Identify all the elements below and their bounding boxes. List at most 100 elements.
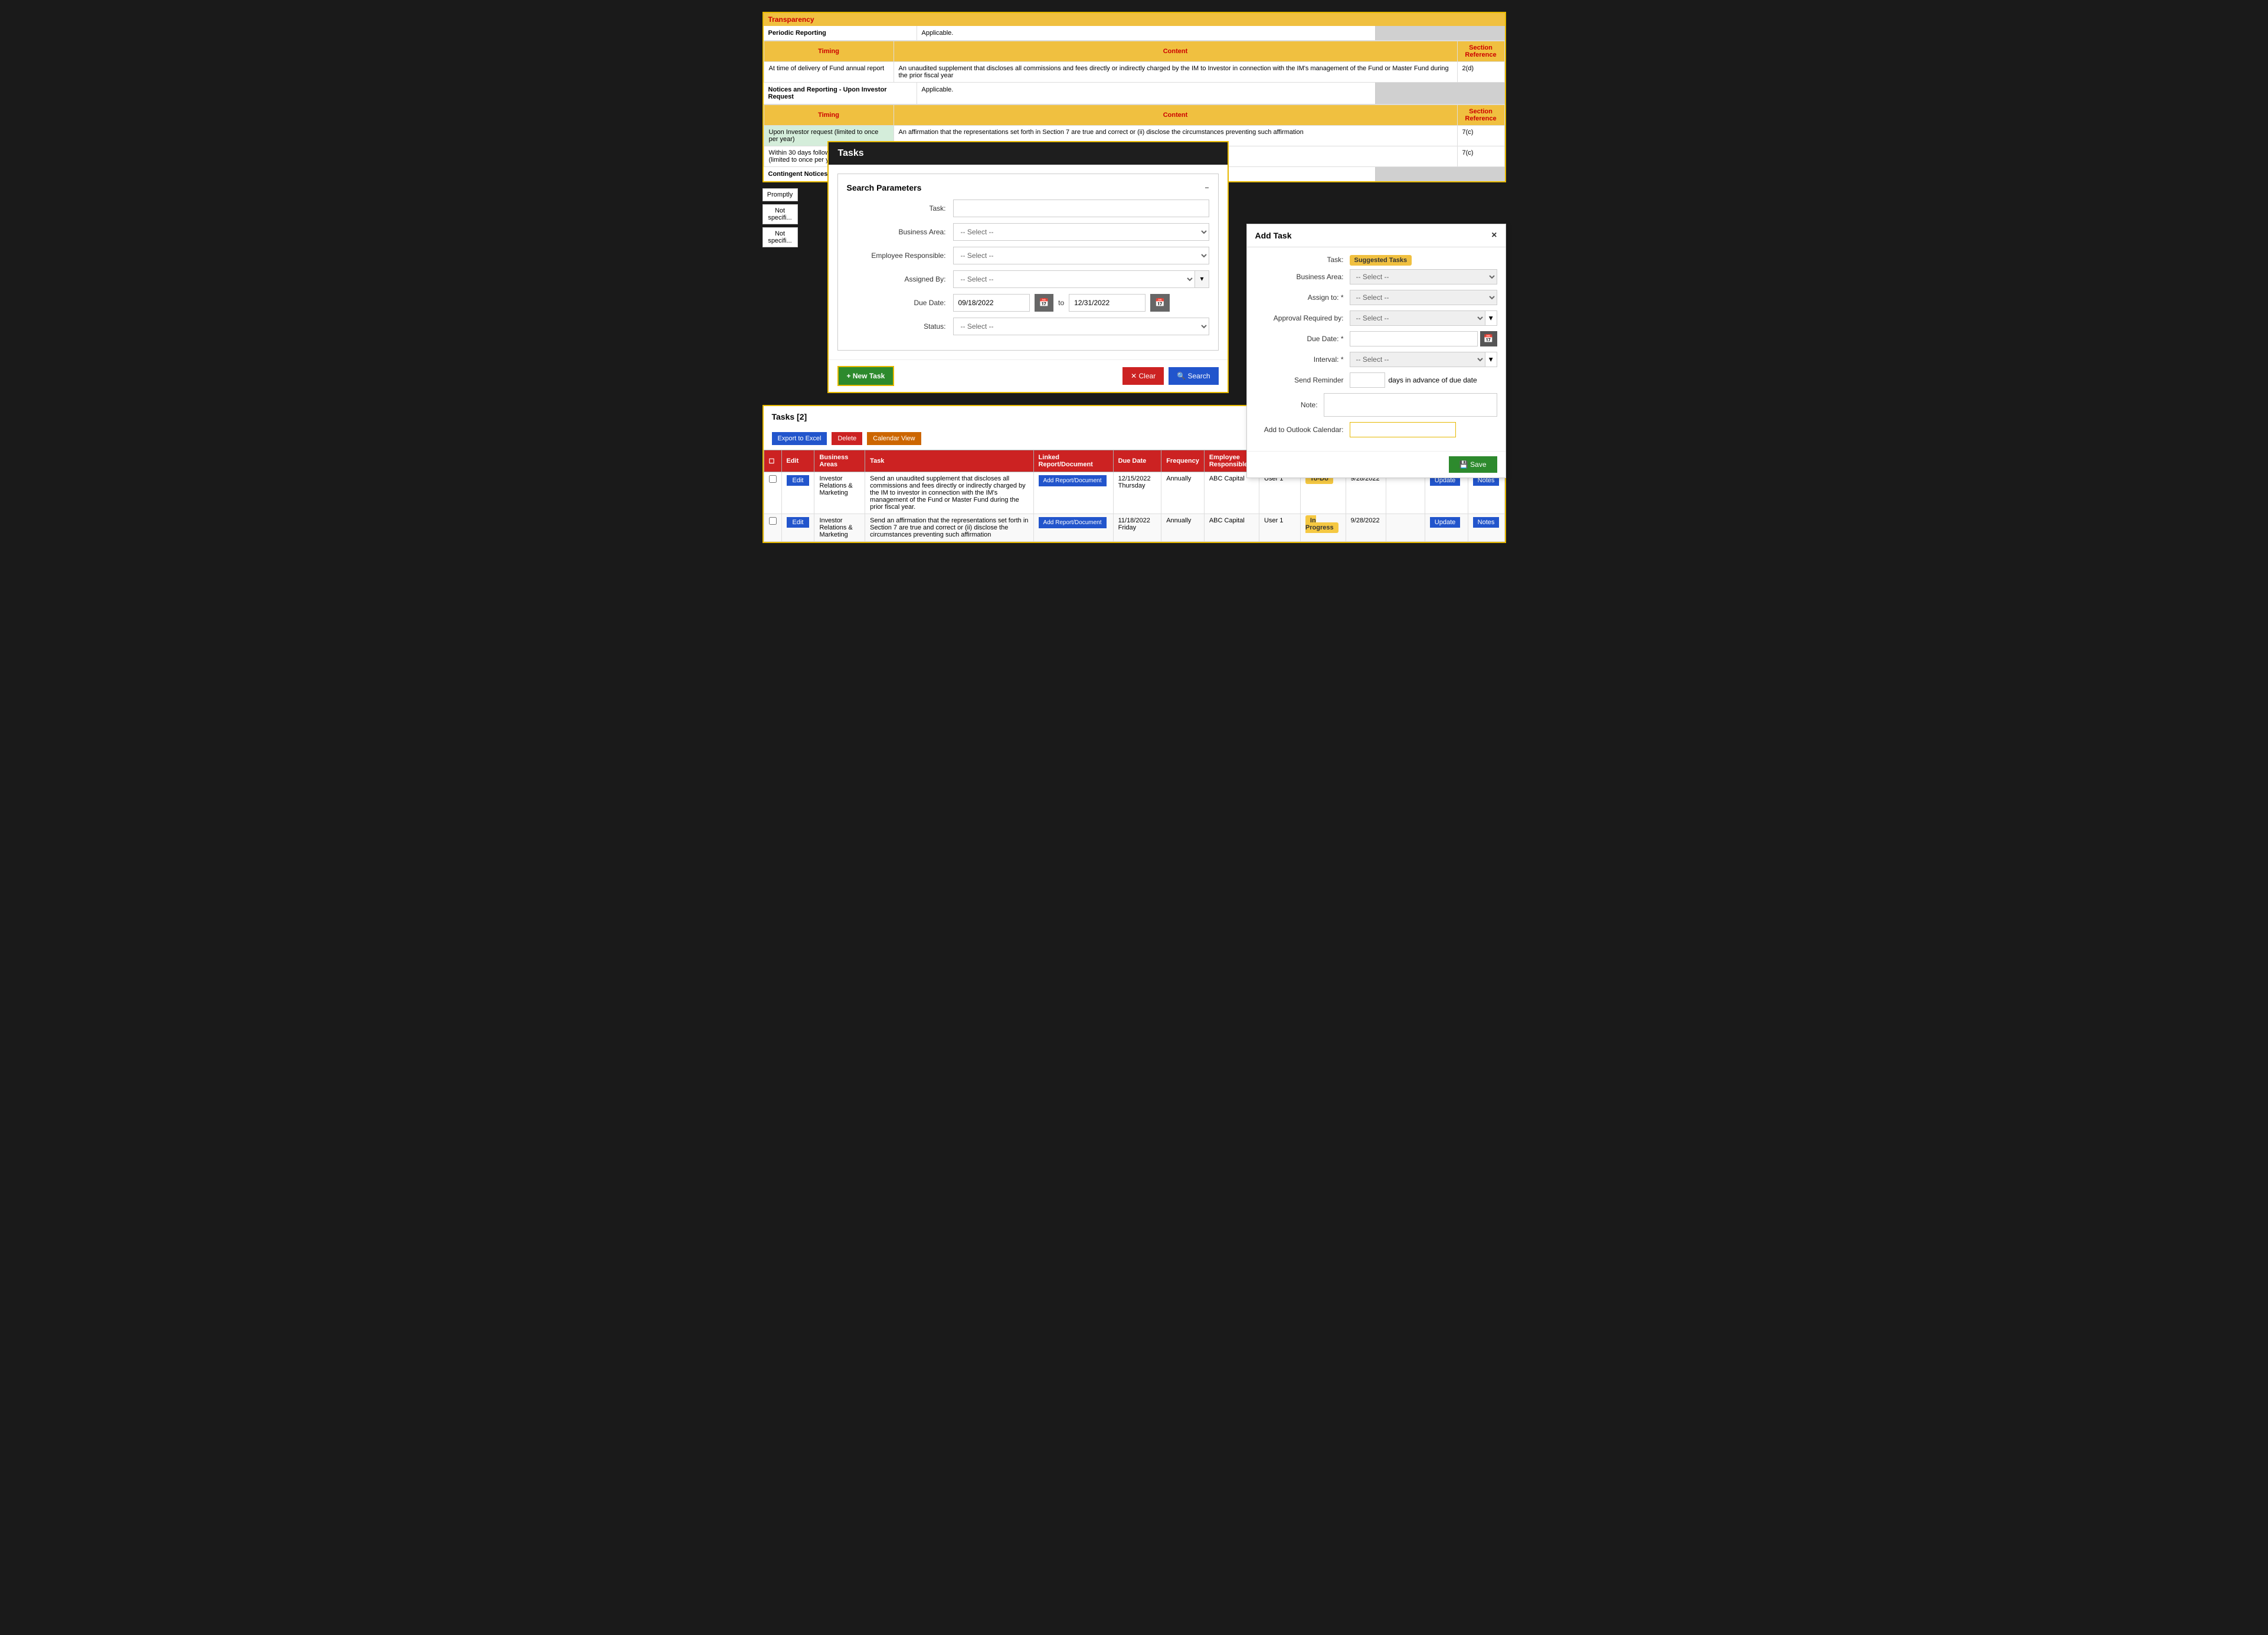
add-task-task-row: Task: Suggested Tasks	[1255, 256, 1497, 264]
row2-business-area: Investor Relations & Marketing	[814, 514, 865, 542]
tasks-modal-title: Tasks	[838, 148, 864, 158]
due-date-to-calendar-btn[interactable]: 📅	[1150, 294, 1170, 312]
add-task-business-area-select[interactable]: -- Select --	[1350, 269, 1497, 285]
add-task-interval-dropdown-btn[interactable]: ▾	[1485, 352, 1497, 367]
search-params-title: Search Parameters −	[847, 183, 1209, 192]
assigned-by-select[interactable]: -- Select --	[953, 270, 1196, 288]
employee-form-row: Employee Responsible: -- Select --	[847, 247, 1209, 264]
add-task-interval-select[interactable]: -- Select --	[1350, 352, 1485, 367]
row2-employee: ABC Capital	[1204, 514, 1259, 542]
add-task-approval-select-row: -- Select -- ▾	[1350, 310, 1497, 326]
status-select[interactable]: -- Select --	[953, 318, 1209, 335]
add-task-outlook-label: Add to Outlook Calendar:	[1255, 426, 1350, 434]
business-area-select[interactable]: -- Select --	[953, 223, 1209, 241]
add-task-interval-row: Interval: * -- Select -- ▾	[1255, 352, 1497, 367]
table1-header-ref: Section Reference	[1457, 41, 1504, 62]
col-frequency: Frequency	[1161, 450, 1205, 472]
collapse-chevron-icon[interactable]: −	[1205, 184, 1209, 192]
add-task-approval-select[interactable]: -- Select --	[1350, 310, 1485, 326]
row2-assigned-by: User 1	[1259, 514, 1301, 542]
delete-button[interactable]: Delete	[832, 432, 862, 445]
row2-add-report-button[interactable]: Add Report/Document	[1039, 517, 1107, 528]
add-task-interval-label: Interval: *	[1255, 355, 1350, 364]
clear-button[interactable]: ✕ Clear	[1122, 367, 1164, 385]
due-date-form-row: Due Date: 📅 to 📅	[847, 294, 1209, 312]
add-task-note-textarea[interactable]	[1324, 393, 1497, 417]
add-task-outlook-input[interactable]	[1350, 422, 1456, 437]
row1-frequency: Annually	[1161, 472, 1205, 514]
sidebar-item-1: Not specifi...	[762, 204, 798, 224]
col-linked: Linked Report/Document	[1033, 450, 1113, 472]
add-task-close-button[interactable]: ×	[1491, 230, 1497, 241]
save-button[interactable]: 💾 Save	[1449, 456, 1497, 473]
add-task-reminder-row: Send Reminder days in advance of due dat…	[1255, 372, 1497, 388]
add-task-header: Add Task ×	[1247, 224, 1506, 247]
sidebar-labels: Promptly Not specifi... Not specifi...	[762, 188, 798, 393]
row2-update-button[interactable]: Update	[1430, 517, 1460, 528]
middle-area: Promptly Not specifi... Not specifi... T…	[762, 188, 1506, 393]
due-date-from-input[interactable]	[953, 294, 1030, 312]
row1-approver	[1386, 472, 1425, 514]
add-task-due-date-calendar-btn[interactable]: 📅	[1480, 331, 1497, 346]
new-task-button[interactable]: + New Task	[837, 366, 895, 386]
due-date-to-label: to	[1058, 299, 1064, 307]
row1-edit-button[interactable]: Edit	[787, 475, 810, 486]
add-task-outlook-row: Add to Outlook Calendar:	[1255, 422, 1497, 437]
row2-edit-cell: Edit	[781, 514, 814, 542]
table2-header-timing: Timing	[764, 105, 894, 126]
status-form-row: Status: -- Select --	[847, 318, 1209, 335]
table2-header-ref: Section Reference	[1457, 105, 1504, 126]
row1-business-area: Investor Relations & Marketing	[814, 472, 865, 514]
sidebar-item-promptly: Promptly	[762, 188, 798, 201]
row1-task: Send an unaudited supplement that disclo…	[865, 472, 1033, 514]
add-task-assign-to-select-row: -- Select --	[1350, 290, 1497, 305]
add-task-reminder-input[interactable]	[1350, 372, 1385, 388]
row1-add-report-button[interactable]: Add Report/Document	[1039, 475, 1107, 486]
sidebar-item-2: Not specifi...	[762, 227, 798, 247]
notices-label: Notices and Reporting - Upon Investor Re…	[764, 83, 917, 104]
due-date-from-calendar-btn[interactable]: 📅	[1035, 294, 1054, 312]
row1-notes: Notes	[1468, 472, 1504, 514]
add-task-assign-to-label: Assign to: *	[1255, 293, 1350, 302]
periodic-reporting-value: Applicable.	[917, 26, 1375, 40]
row2-checkbox[interactable]	[764, 514, 781, 542]
row2-notes-button[interactable]: Notes	[1473, 517, 1500, 528]
add-task-due-date-input[interactable]	[1350, 331, 1478, 346]
periodic-reporting-row: Periodic Reporting Applicable.	[764, 26, 1505, 41]
add-task-body: Task: Suggested Tasks Business Area: -- …	[1247, 247, 1506, 451]
add-task-due-date-label: Due Date: *	[1255, 335, 1350, 343]
add-task-assign-to-select[interactable]: -- Select --	[1350, 290, 1497, 305]
table2-header-content: Content	[894, 105, 1457, 126]
table-row: Edit Investor Relations & Marketing Send…	[764, 514, 1504, 542]
due-date-to-input[interactable]	[1069, 294, 1146, 312]
row2-linked: Add Report/Document	[1033, 514, 1113, 542]
search-button[interactable]: 🔍 Search	[1169, 367, 1218, 385]
business-area-form-row: Business Area: -- Select --	[847, 223, 1209, 241]
periodic-reporting-gray	[1375, 26, 1505, 40]
task-input[interactable]	[953, 200, 1209, 217]
business-area-label: Business Area:	[847, 228, 953, 236]
suggested-tasks-badge[interactable]: Suggested Tasks	[1350, 255, 1412, 266]
add-task-note-row: Note:	[1255, 393, 1497, 417]
notices-row: Notices and Reporting - Upon Investor Re…	[764, 83, 1505, 104]
row2-edit-button[interactable]: Edit	[787, 517, 810, 528]
main-wrapper: Transparency Periodic Reporting Applicab…	[762, 12, 1506, 543]
row2-update: Update	[1425, 514, 1468, 542]
employee-select[interactable]: -- Select --	[953, 247, 1209, 264]
table1-content-1: An unaudited supplement that discloses a…	[894, 62, 1457, 83]
transparency-title: Transparency	[764, 13, 1505, 26]
add-task-assign-to-row: Assign to: * -- Select --	[1255, 290, 1497, 305]
add-task-task-label: Task:	[1255, 256, 1350, 264]
calendar-view-button[interactable]: Calendar View	[867, 432, 921, 445]
row1-due-date: 12/15/2022 Thursday	[1113, 472, 1161, 514]
assigned-by-dropdown-icon[interactable]: ▾	[1195, 270, 1209, 288]
tasks-modal: Tasks Search Parameters − Task: Business…	[827, 141, 1229, 393]
footer-right-buttons: ✕ Clear 🔍 Search	[1122, 367, 1218, 385]
add-task-business-area-label: Business Area:	[1255, 273, 1350, 281]
add-task-approval-dropdown-btn[interactable]: ▾	[1485, 310, 1497, 326]
contingent-gray	[1375, 167, 1505, 181]
export-to-excel-button[interactable]: Export to Excel	[772, 432, 827, 445]
assigned-by-select-wrapper: -- Select -- ▾	[953, 270, 1209, 288]
add-task-footer: 💾 Save	[1247, 451, 1506, 478]
row1-checkbox[interactable]	[764, 472, 781, 514]
